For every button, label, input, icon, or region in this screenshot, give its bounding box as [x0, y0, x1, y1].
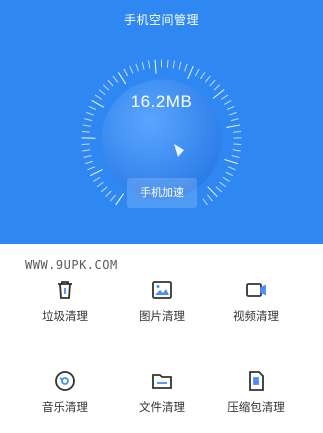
- tool-junk-clean[interactable]: 垃圾清理: [15, 278, 115, 342]
- folder-icon: [150, 369, 174, 393]
- gauge-tick: [106, 191, 112, 197]
- gauge-tick: [116, 194, 124, 205]
- tool-label: 音乐清理: [15, 399, 115, 415]
- tool-label: 文件清理: [112, 399, 212, 415]
- gauge-tick: [229, 112, 237, 115]
- gauge-tick: [149, 61, 150, 69]
- gauge-tick: [226, 172, 233, 176]
- gauge-tick: [93, 177, 100, 181]
- gauge-tick: [233, 131, 241, 132]
- gauge-tick: [84, 156, 92, 158]
- gauge-tick: [233, 150, 241, 151]
- gauge-tick: [155, 60, 156, 74]
- gauge-tick: [90, 169, 102, 175]
- gauge-tick: [226, 125, 240, 128]
- gauge-tick: [173, 61, 174, 69]
- gauge-tick: [208, 187, 218, 197]
- gauge-tick: [124, 69, 128, 76]
- gauge-tick: [188, 66, 194, 79]
- tool-music-clean[interactable]: 音乐清理: [15, 369, 115, 433]
- music-disc-icon: [53, 369, 77, 393]
- tool-video-clean[interactable]: 视频清理: [206, 278, 306, 342]
- gauge-tick: [84, 119, 92, 121]
- gauge-tick: [205, 76, 210, 82]
- gauge-tick: [101, 187, 107, 192]
- gauge-tick: [97, 182, 103, 187]
- archive-icon: [244, 369, 268, 393]
- tool-file-clean[interactable]: 文件清理: [112, 369, 212, 433]
- gauge-tick: [223, 177, 230, 181]
- gauge-tick: [82, 150, 90, 151]
- gauge-tick: [87, 167, 94, 170]
- tool-label: 压缩包清理: [206, 399, 306, 415]
- gauge-tick: [118, 72, 126, 84]
- tool-label: 视频清理: [206, 308, 306, 324]
- gauge-tick: [200, 72, 204, 79]
- gauge-tick: [224, 159, 237, 163]
- gauge-tick: [113, 76, 118, 82]
- gauge-tick: [179, 62, 181, 70]
- gauge-tick: [110, 195, 115, 201]
- gauge-tick: [83, 125, 91, 126]
- tool-image-clean[interactable]: 图片清理: [112, 278, 212, 342]
- gauge-tick: [214, 85, 220, 90]
- phone-speedup-button[interactable]: 手机加速: [127, 178, 197, 208]
- tool-archive-clean[interactable]: 压缩包清理: [206, 369, 306, 433]
- gauge-tick: [220, 182, 226, 187]
- gauge-tick: [231, 119, 239, 121]
- storage-size-value: 16.2MB: [0, 92, 323, 112]
- trash-icon: [53, 278, 77, 302]
- tool-label: 垃圾清理: [15, 308, 115, 324]
- gauge-tick: [185, 64, 188, 72]
- tools-grid: 垃圾清理 图片清理 视频清理 音乐清理: [0, 244, 323, 428]
- tool-label: 图片清理: [112, 308, 212, 324]
- gauge-tick: [136, 64, 139, 72]
- gauge-tick: [82, 131, 90, 132]
- gauge-tick: [108, 80, 113, 86]
- image-icon: [150, 278, 174, 302]
- gauge-tick: [232, 156, 240, 158]
- gauge-tick: [195, 69, 199, 76]
- gauge-tick: [86, 112, 94, 115]
- gauge-tick: [203, 198, 208, 205]
- header-panel: 手机空间管理 16.2MB 手机加速: [0, 0, 323, 244]
- gauge-tick: [85, 161, 93, 163]
- gauge-tick: [142, 62, 144, 70]
- gauge-tick: [228, 167, 235, 170]
- gauge-tick: [103, 85, 109, 90]
- page-title: 手机空间管理: [0, 11, 323, 28]
- gauge-tick: [210, 80, 215, 86]
- gauge-tick: [130, 66, 133, 73]
- video-icon: [244, 278, 268, 302]
- gauge-tick: [207, 195, 212, 201]
- gauge-tick: [167, 60, 168, 68]
- gauge-tick: [216, 187, 222, 192]
